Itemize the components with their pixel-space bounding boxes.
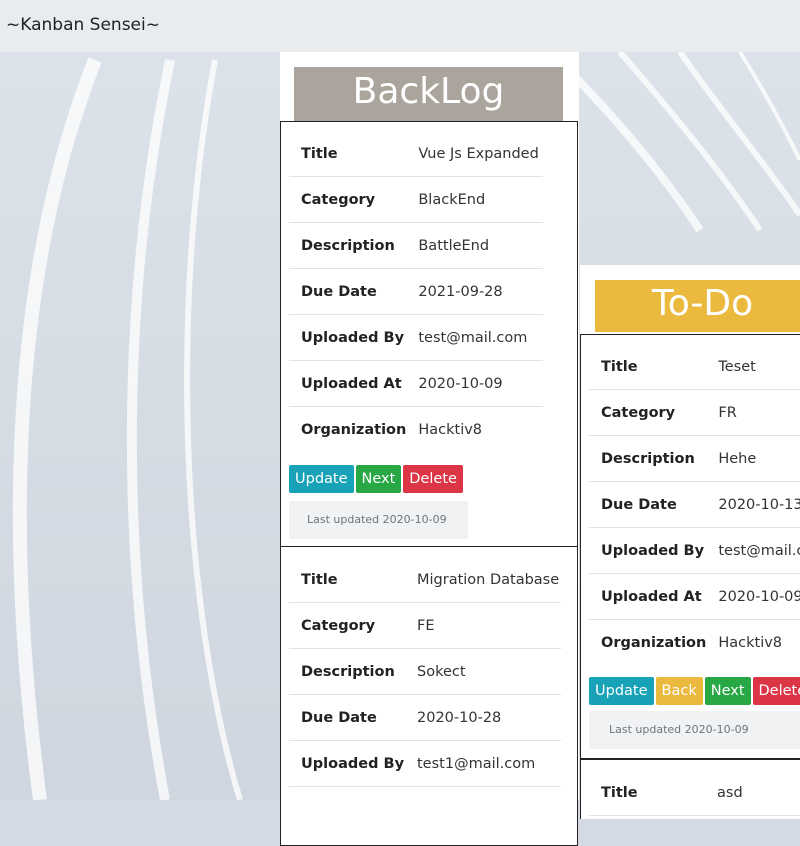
due-date-label: Due Date — [289, 695, 405, 741]
description-row: DescriptionBattleEnd — [289, 223, 543, 269]
title-row: TitleTeset — [589, 344, 800, 390]
card-footer: Last updated 2020-10-09 — [289, 501, 468, 539]
title-row: TitleVue Js Expanded — [289, 131, 543, 177]
category-value: BlackEnd — [406, 177, 543, 223]
uploaded-by-row: Uploaded Bytest@mail.com — [289, 315, 543, 361]
card-footer: Last updated 2020-10-09 — [589, 711, 800, 749]
next-button[interactable]: Next — [705, 677, 751, 705]
uploaded-at-value: 2020-10-09 — [706, 574, 800, 620]
due-date-row: Due Date2020-10-13 — [589, 482, 800, 528]
title-value: Migration Database — [405, 557, 561, 603]
update-button[interactable]: Update — [589, 677, 654, 705]
app-brand[interactable]: ~Kanban Sensei~ — [6, 15, 160, 35]
description-value: Sokect — [405, 649, 561, 695]
task-card: TitleVue Js Expanded CategoryBlackEnd De… — [280, 121, 578, 547]
title-label: Title — [289, 557, 405, 603]
task-details: TitleMigration Database CategoryFE Descr… — [289, 557, 561, 787]
uploaded-by-value: test@mail.com — [406, 315, 543, 361]
organization-label: Organization — [589, 620, 706, 666]
title-row: TitleMigration Database — [289, 557, 561, 603]
category-label: Category — [289, 603, 405, 649]
back-button[interactable]: Back — [656, 677, 703, 705]
uploaded-by-label: Uploaded By — [589, 528, 706, 574]
task-card: Titleasd — [580, 759, 800, 819]
delete-button[interactable]: Delete — [403, 465, 463, 493]
title-value: asd — [705, 770, 800, 816]
category-row: CategoryBlackEnd — [289, 177, 543, 223]
uploaded-by-row: Uploaded Bytest@mail.com — [589, 528, 800, 574]
category-row: CategoryFR — [589, 390, 800, 436]
due-date-value: 2020-10-13 — [706, 482, 800, 528]
description-label: Description — [589, 436, 706, 482]
description-row: DescriptionHehe — [589, 436, 800, 482]
category-value: FE — [405, 603, 561, 649]
description-value: BattleEnd — [406, 223, 543, 269]
due-date-label: Due Date — [289, 269, 406, 315]
task-details: TitleVue Js Expanded CategoryBlackEnd De… — [289, 131, 543, 452]
category-row: CategoryFE — [289, 603, 561, 649]
uploaded-by-label: Uploaded By — [289, 741, 405, 787]
uploaded-at-label: Uploaded At — [589, 574, 706, 620]
due-date-row: Due Date2020-10-28 — [289, 695, 561, 741]
uploaded-at-label: Uploaded At — [289, 361, 406, 407]
card-actions: Update Next Delete — [289, 465, 463, 493]
uploaded-by-label: Uploaded By — [289, 315, 406, 361]
task-card: TitleMigration Database CategoryFE Descr… — [280, 546, 578, 846]
todo-header: To-Do — [595, 280, 800, 332]
uploaded-at-value: 2020-10-09 — [406, 361, 543, 407]
backlog-header: BackLog — [294, 67, 563, 122]
due-date-value: 2020-10-28 — [405, 695, 561, 741]
description-value: Hehe — [706, 436, 800, 482]
due-date-value: 2021-09-28 — [406, 269, 543, 315]
title-value: Vue Js Expanded — [406, 131, 543, 177]
due-date-row: Due Date2021-09-28 — [289, 269, 543, 315]
category-label: Category — [289, 177, 406, 223]
uploaded-by-value: test1@mail.com — [405, 741, 561, 787]
navbar: ~Kanban Sensei~ — [0, 0, 800, 52]
description-label: Description — [289, 223, 406, 269]
card-actions: Update Back Next Delete — [589, 677, 800, 705]
title-label: Title — [589, 770, 705, 816]
update-button[interactable]: Update — [289, 465, 354, 493]
organization-label: Organization — [289, 407, 406, 453]
todo-column: To-Do TitleTeset CategoryFR DescriptionH… — [580, 265, 800, 800]
delete-button[interactable]: Delete — [753, 677, 800, 705]
task-details: TitleTeset CategoryFR DescriptionHehe Du… — [589, 344, 800, 665]
title-value: Teset — [706, 344, 800, 390]
title-label: Title — [289, 131, 406, 177]
due-date-label: Due Date — [589, 482, 706, 528]
uploaded-by-value: test@mail.com — [706, 528, 800, 574]
uploaded-by-row: Uploaded Bytest1@mail.com — [289, 741, 561, 787]
task-details: Titleasd — [589, 770, 800, 816]
task-card: TitleTeset CategoryFR DescriptionHehe Du… — [580, 334, 800, 759]
organization-row: OrganizationHacktiv8 — [589, 620, 800, 666]
organization-row: OrganizationHacktiv8 — [289, 407, 543, 453]
organization-value: Hacktiv8 — [706, 620, 800, 666]
backlog-column: BackLog TitleVue Js Expanded CategoryBla… — [280, 52, 579, 800]
title-label: Title — [589, 344, 706, 390]
next-button[interactable]: Next — [356, 465, 402, 493]
uploaded-at-row: Uploaded At2020-10-09 — [589, 574, 800, 620]
title-row: Titleasd — [589, 770, 800, 816]
uploaded-at-row: Uploaded At2020-10-09 — [289, 361, 543, 407]
organization-value: Hacktiv8 — [406, 407, 543, 453]
category-value: FR — [706, 390, 800, 436]
category-label: Category — [589, 390, 706, 436]
description-row: DescriptionSokect — [289, 649, 561, 695]
description-label: Description — [289, 649, 405, 695]
